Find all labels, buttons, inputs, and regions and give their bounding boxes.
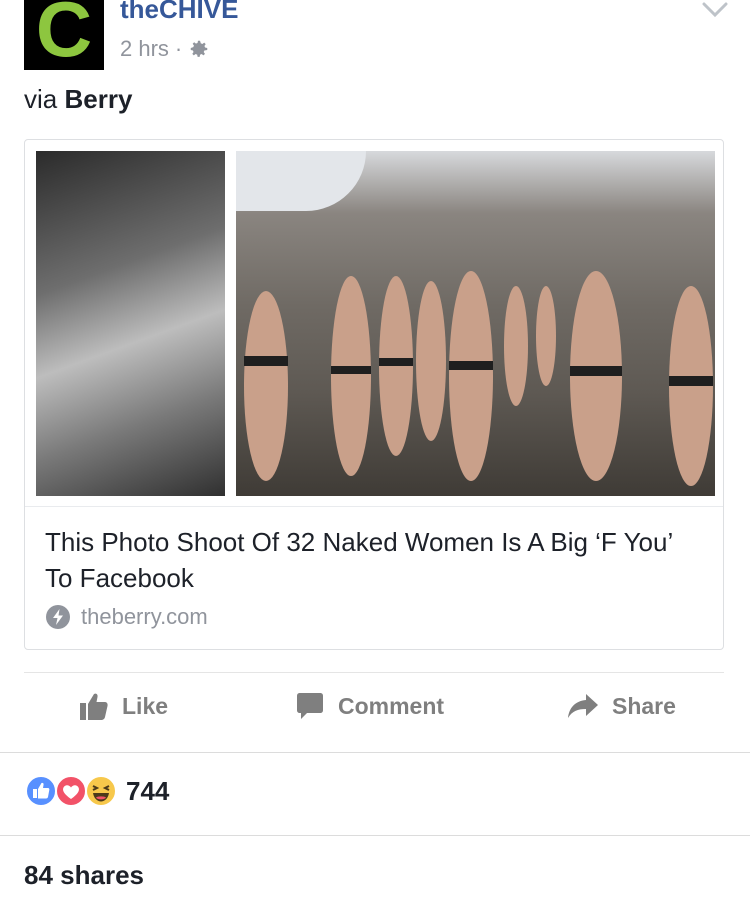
like-reaction-icon (25, 775, 57, 807)
comment-bubble-icon (297, 693, 323, 719)
post-meta: 2 hrs · (120, 36, 210, 62)
like-button[interactable]: Like (78, 690, 168, 722)
thumbs-up-icon (80, 693, 108, 720)
link-preview-card[interactable]: This Photo Shoot Of 32 Naked Women Is A … (24, 139, 724, 650)
via-prefix: via (24, 84, 58, 114)
gear-icon[interactable] (188, 38, 210, 60)
page-avatar[interactable]: C (24, 0, 104, 70)
link-preview-image-left[interactable] (36, 151, 225, 496)
shares-divider (0, 835, 750, 836)
actions-divider (24, 672, 724, 673)
post-text: via Berry (24, 84, 132, 115)
card-divider (25, 506, 723, 507)
page-name-link[interactable]: theCHIVE (120, 0, 238, 25)
share-arrow-icon (568, 694, 598, 718)
like-label: Like (122, 692, 169, 719)
reactions-divider (0, 752, 750, 753)
chevron-down-icon[interactable] (702, 2, 728, 18)
avatar-letter: C (35, 0, 93, 70)
post-timestamp[interactable]: 2 hrs (120, 36, 169, 62)
link-title[interactable]: This Photo Shoot Of 32 Naked Women Is A … (45, 524, 705, 596)
meta-dot: · (174, 36, 183, 61)
via-name-link[interactable]: Berry (64, 84, 132, 114)
image-sky-area (236, 151, 366, 211)
post-action-bar: Like Comment Share (0, 690, 750, 734)
shares-count-link[interactable]: 84 shares (24, 860, 144, 891)
image-figures (244, 271, 713, 486)
share-label: Share (612, 692, 676, 719)
love-reaction-icon (55, 775, 87, 807)
instant-article-bolt-icon (46, 605, 70, 629)
link-source[interactable]: theberry.com (45, 604, 208, 630)
share-button[interactable]: Share (566, 690, 676, 722)
link-preview-image-right[interactable] (236, 151, 715, 496)
comment-label: Comment (338, 692, 445, 719)
haha-reaction-icon (85, 775, 117, 807)
reactions-count: 744 (126, 775, 170, 806)
reactions-summary[interactable]: 744 (24, 774, 169, 808)
link-source-domain: theberry.com (81, 604, 208, 629)
comment-button[interactable]: Comment (294, 690, 444, 722)
